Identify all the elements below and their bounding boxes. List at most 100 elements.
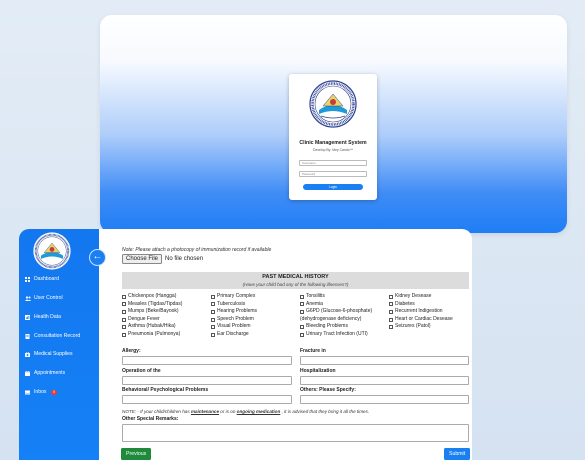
login-button[interactable]: Login [303,184,363,190]
checkbox-box[interactable] [300,332,304,337]
grid-icon [25,276,30,282]
username-input[interactable]: Username [299,160,367,166]
sidebar-item-label: User Control [34,295,63,301]
illness-checkbox[interactable]: Asthma (Hubak/Hika) [122,323,182,331]
checkbox-box[interactable] [211,309,215,314]
checkbox-box[interactable] [300,302,304,307]
calendar-icon [25,370,30,376]
checkbox-box[interactable] [122,309,126,314]
sidebar-item-label: Inbox [34,389,47,395]
illness-checkbox[interactable]: Speech Problem [211,316,257,324]
checkbox-label: Seizures (Patol) [395,323,431,330]
illness-checkbox[interactable]: Pneumonia (Pulmonya) [122,331,182,339]
checkbox-box[interactable] [389,325,393,330]
past-medical-history-header: PAST MEDICAL HISTORY (Have your child ha… [122,272,469,289]
illness-checkbox[interactable]: Measles (Tigdas/Tipdas) [122,301,182,309]
checkbox-box[interactable] [389,317,393,322]
operation-label: Operation of the [122,368,161,374]
illness-checkbox[interactable]: Urinary Tract Infection (UTI) [300,331,372,339]
login-subtitle: Develop By: Mey Cando™ [313,148,353,152]
checkbox-box[interactable] [389,302,393,307]
sidebar-item-consultation-record[interactable]: Consultation Record [25,333,80,339]
checkbox-label: Recurrent Indigestion [395,308,443,315]
illness-checkbox[interactable]: Bleeding Problems [300,323,372,331]
hospitalization-label: Hospitalization [300,368,336,374]
illness-checkbox[interactable]: Hearing Problems [211,308,257,316]
checkbox-box[interactable] [122,317,126,322]
checkbox-box[interactable] [211,325,215,330]
checkbox-label: Measles (Tigdas/Tipdas) [128,300,183,307]
back-arrow-icon[interactable]: ← [89,249,106,266]
checkbox-box[interactable] [211,317,215,322]
sidebar-item-label: Health Data [34,314,61,320]
checkbox-label: Mumps (Beke/Bayook) [128,308,179,315]
remarks-textarea[interactable] [122,424,469,442]
illness-checkbox[interactable]: Seizures (Patol) [389,323,453,331]
checkbox-box[interactable] [211,294,215,299]
illness-column-4: Kidney Desease Diabetes Recurrent Indige… [389,293,453,331]
operation-input[interactable] [122,376,292,385]
fracture-input[interactable] [300,356,469,365]
checkbox-label: Anemia [306,300,323,307]
illness-checkbox-continuation: (dehydrogenase deficiency) [300,316,372,324]
file-upload-row: Choose File No file chosen [122,254,203,264]
checkbox-box[interactable] [300,325,304,330]
section-subtitle: (Have your child had any of the followin… [242,282,349,287]
previous-button[interactable]: Previous [121,448,152,460]
checkbox-label: Asthma (Hubak/Hika) [128,323,176,330]
password-input[interactable]: Password [299,171,367,177]
checkbox-box[interactable] [211,302,215,307]
medication-note: NOTE: - If your child/children has maint… [122,409,370,414]
behavioral-input[interactable] [122,395,292,404]
checkbox-box[interactable] [211,332,215,337]
remarks-label: Other Special Remarks: [122,416,179,422]
sidebar: Dashboard User Control Health Data Consu… [19,229,99,460]
checkbox-box[interactable] [300,294,304,299]
checkbox-box[interactable] [122,294,126,299]
checkbox-label: Visual Problem [217,323,251,330]
submit-button[interactable]: Submit [444,448,471,460]
illness-checkbox[interactable]: Mumps (Beke/Bayook) [122,308,182,316]
checkbox-label: (dehydrogenase deficiency) [300,315,362,322]
checkbox-box[interactable] [122,302,126,307]
sidebar-item-inbox[interactable]: Inbox 0 [25,389,57,395]
login-card: Clinic Management System Develop By: Mey… [289,74,377,200]
medical-form: Note: Please attach a photocopy of immun… [119,229,472,460]
illness-checkbox[interactable]: Tuberculosis [211,301,257,309]
checkbox-box[interactable] [389,309,393,314]
sidebar-item-label: Consultation Record [34,333,81,339]
sidebar-item-medical-supplies[interactable]: Medical Supplies [25,351,73,357]
illness-checkbox[interactable]: Primary Complex [211,293,257,301]
illness-checkbox[interactable]: Diabetes [389,301,453,309]
choose-file-button[interactable]: Choose File [122,254,163,264]
checkbox-label: Urinary Tract Infection (UTI) [306,330,368,337]
checkbox-box[interactable] [122,325,126,330]
hospitalization-input[interactable] [300,376,469,385]
illness-checkbox[interactable]: Heart or Cardiac Desease [389,316,453,324]
illness-checkbox[interactable]: Kidney Desease [389,293,453,301]
checkbox-box[interactable] [122,332,126,337]
sidebar-item-appointments[interactable]: Appointments [25,370,65,376]
sidebar-item-health-data[interactable]: Health Data [25,314,61,320]
illness-checkbox[interactable]: Chickenpox (Hangga) [122,293,182,301]
checkbox-box[interactable] [300,309,304,314]
checkbox-label: Speech Problem [217,315,254,322]
others-input[interactable] [300,395,469,404]
checkbox-label: Pneumonia (Pulmonya) [128,330,181,337]
allergy-input[interactable] [122,356,292,365]
users-icon [25,295,31,301]
illness-checkbox[interactable]: Tonsilitis [300,293,372,301]
illness-checkbox[interactable]: Visual Problem [211,323,257,331]
checkbox-label: Kidney Desease [395,293,432,299]
illness-checkbox[interactable]: Recurrent Indigestion [389,308,453,316]
illness-checkbox[interactable]: G6PD (Glucose-6-phosphate) [300,308,372,316]
illness-checkbox[interactable]: Dengue Fever [122,316,182,324]
sidebar-item-user-control[interactable]: User Control [25,295,63,301]
illness-checkbox[interactable]: Anemia [300,301,372,309]
sidebar-item-dashboard[interactable]: Dashboard [25,276,59,282]
sidebar-item-label: Dashboard [34,276,59,282]
illness-checkbox[interactable]: Ear Discharge [211,331,257,339]
checkbox-box[interactable] [389,294,393,299]
fracture-label: Fracture in [300,348,326,354]
inbox-icon [25,390,30,395]
